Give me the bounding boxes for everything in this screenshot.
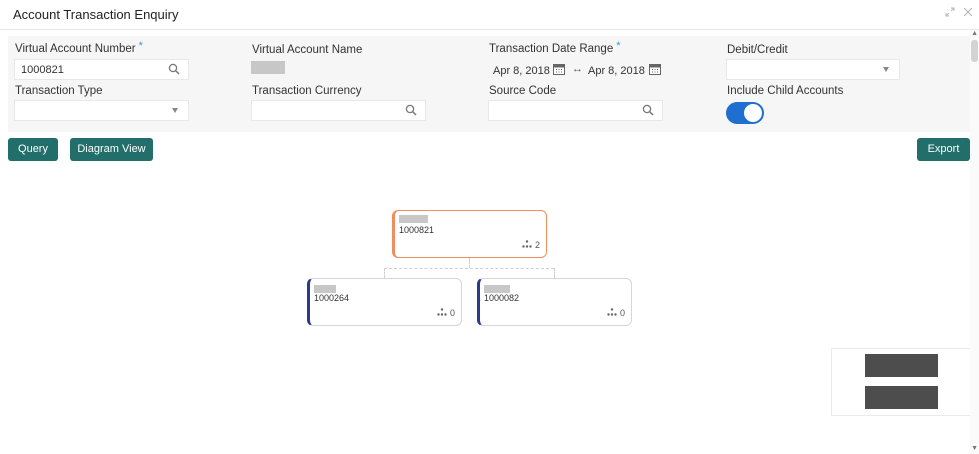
transaction-type-label: Transaction Type [15,85,103,97]
required-marker: * [616,40,621,52]
child-count-value: 2 [534,240,540,250]
node-child-count: 2 [522,240,540,250]
transaction-date-range-input[interactable]: Apr 8, 2018 ↔ Apr 8, 2018 [488,59,662,80]
connector-line [384,268,554,269]
virtual-account-number-value: 1000821 [21,64,64,76]
node-account-number: 1000821 [399,225,435,235]
node-name-redacted [484,285,510,293]
transaction-currency-input[interactable] [251,100,426,121]
node-account-number: 1000082 [484,293,520,303]
include-child-accounts-toggle[interactable] [726,102,764,124]
child-count-value: 0 [619,308,625,318]
hierarchy-icon [522,240,532,250]
diagram-node-root[interactable]: 1000821 2 [392,210,547,258]
node-name-redacted [314,285,336,293]
diagram-node-child[interactable]: 1000264 0 [307,278,462,326]
node-account-number: 1000264 [314,293,350,303]
diagram-view-button[interactable]: Diagram View [70,138,153,161]
minimap-block [865,386,938,409]
calendar-icon[interactable] [649,63,661,78]
node-child-count: 0 [607,308,625,318]
connector-line [384,268,385,278]
search-icon[interactable] [168,63,180,78]
virtual-account-name-label: Virtual Account Name [252,44,363,56]
hierarchy-icon [437,308,447,318]
node-name-redacted [399,215,428,223]
scroll-down-icon[interactable]: ▼ [971,445,978,452]
diagram-minimap[interactable] [831,348,971,416]
export-button[interactable]: Export [917,138,970,161]
search-icon[interactable] [642,104,654,119]
hierarchy-icon [607,308,617,318]
window-title: Account Transaction Enquiry [13,7,179,22]
virtual-account-number-label: Virtual Account Number * [15,40,143,55]
include-child-accounts-label: Include Child Accounts [727,85,844,97]
diagram-node-child[interactable]: 1000082 0 [477,278,632,326]
search-icon[interactable] [405,104,417,119]
debit-credit-select[interactable] [726,59,900,80]
virtual-account-name-value-redacted [251,61,285,74]
virtual-account-number-input[interactable]: 1000821 [14,59,189,80]
vertical-scrollbar[interactable]: ▲ ▼ [970,30,979,454]
title-bar: Account Transaction Enquiry [0,0,979,30]
transaction-type-select[interactable] [14,100,189,121]
expand-icon[interactable] [945,6,955,20]
connector-line [469,258,470,268]
toggle-knob [744,104,762,122]
transaction-currency-label: Transaction Currency [252,85,362,97]
source-code-label: Source Code [489,85,557,97]
child-count-value: 0 [449,308,455,318]
account-transaction-enquiry-window: Account Transaction Enquiry Virtual Acco… [0,0,979,454]
transaction-date-range-label: Transaction Date Range * [489,40,621,55]
scroll-up-icon[interactable]: ▲ [971,30,978,37]
close-icon[interactable] [963,6,973,20]
chevron-down-icon [883,67,889,72]
query-button[interactable]: Query [8,138,58,161]
date-range-separator: ↔ [572,63,583,75]
calendar-icon[interactable] [553,63,565,78]
date-to[interactable]: Apr 8, 2018 [588,65,645,77]
source-code-input[interactable] [488,100,663,121]
date-from[interactable]: Apr 8, 2018 [493,65,550,77]
required-marker: * [138,40,143,52]
scroll-thumb[interactable] [971,40,978,62]
window-controls [945,6,973,20]
debit-credit-label: Debit/Credit [727,44,788,56]
minimap-block [865,354,938,377]
connector-line [554,268,555,278]
node-child-count: 0 [437,308,455,318]
chevron-down-icon [172,108,178,113]
